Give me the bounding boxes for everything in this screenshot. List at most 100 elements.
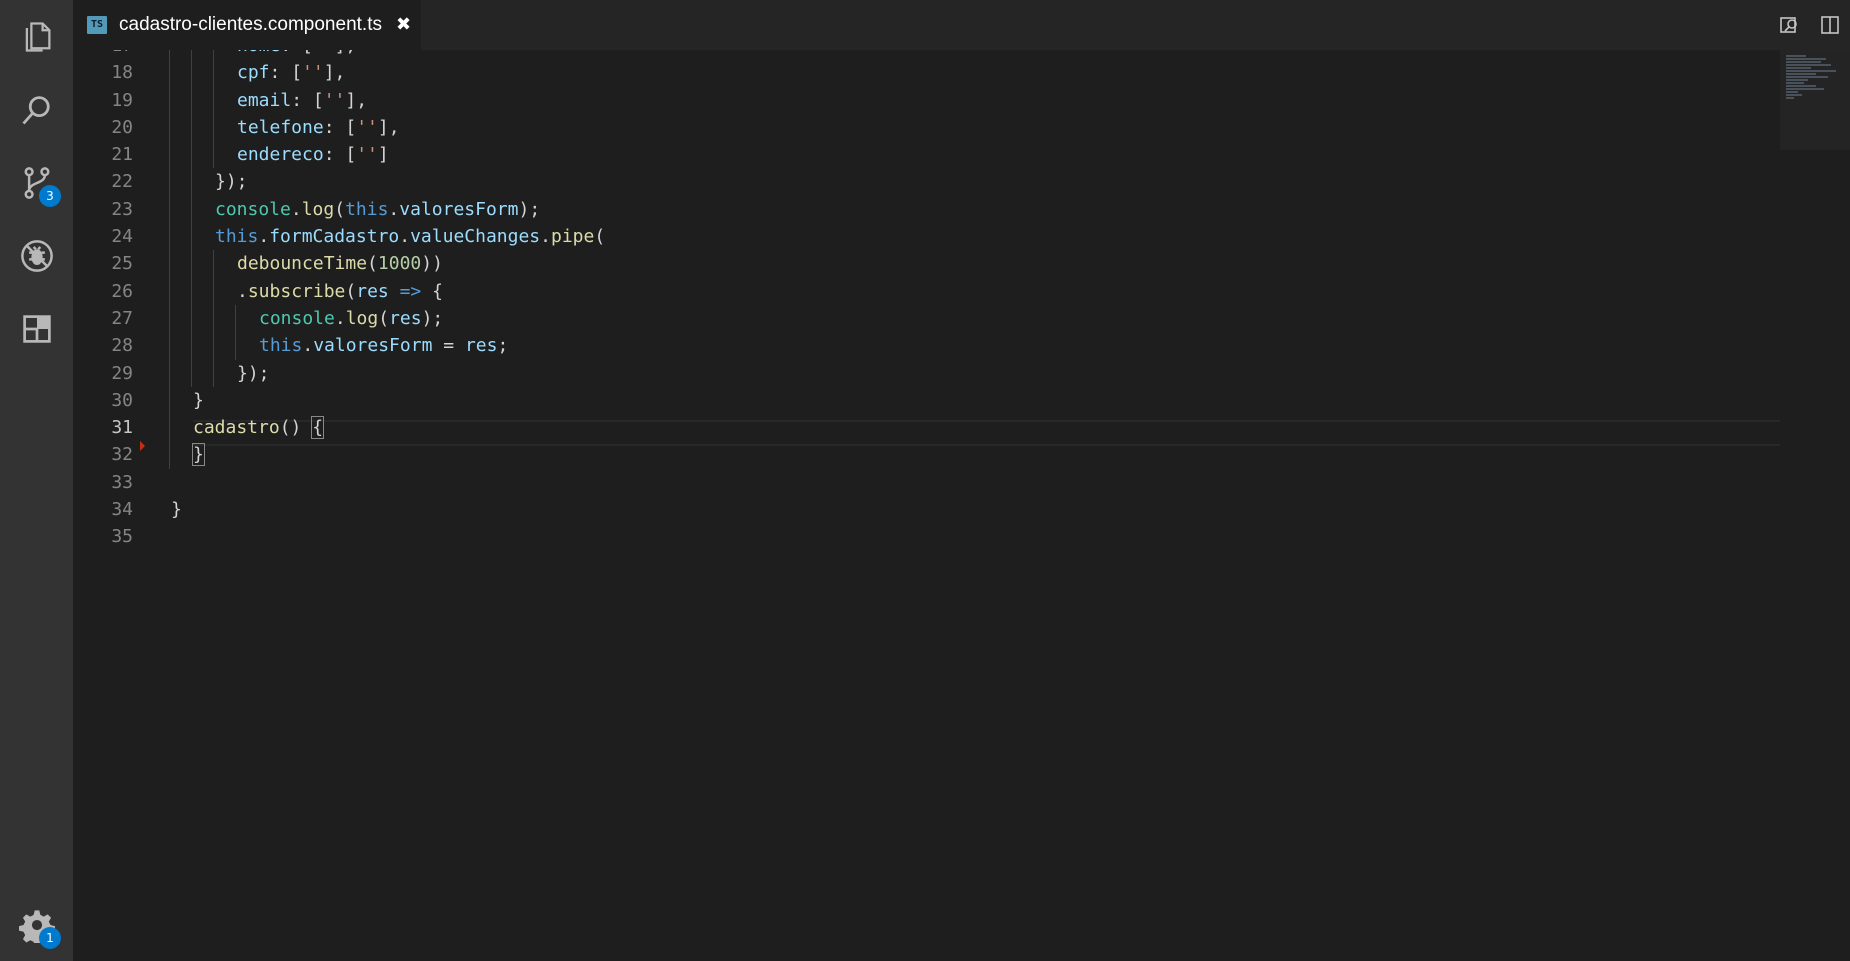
gutter-change-marker <box>140 441 145 452</box>
line-content[interactable]: } <box>192 441 205 468</box>
line-content[interactable]: }); <box>215 168 248 195</box>
line-number: 27 <box>111 307 133 329</box>
indent-guide <box>191 195 192 224</box>
indent-guide <box>169 50 170 60</box>
code-token: pipe <box>550 226 595 248</box>
line-content[interactable]: endereco: [''] <box>237 141 389 168</box>
code-line[interactable]: 35 <box>73 523 1773 550</box>
line-number: 25 <box>111 253 133 275</box>
source-control-button[interactable]: 3 <box>0 146 73 219</box>
line-content[interactable]: cadastro() { <box>193 414 325 441</box>
code-editor[interactable]: 17nome: [''],18cpf: [''],19email: [''],2… <box>73 50 1850 961</box>
line-number: 24 <box>111 226 133 248</box>
typescript-file-icon: TS <box>87 16 107 34</box>
preview-search-icon <box>1780 17 1797 33</box>
code-token: ], <box>377 116 400 138</box>
line-content[interactable]: cpf: [''], <box>237 59 345 86</box>
line-number: 21 <box>111 144 133 166</box>
code-token: . <box>290 198 302 220</box>
code-token: . <box>399 226 411 248</box>
explorer-button[interactable] <box>0 0 73 73</box>
code-line[interactable]: 25 debounceTime(1000)) <box>73 250 1773 278</box>
code-token: . <box>540 226 551 248</box>
code-line[interactable]: 20 telefone: [''], <box>73 113 1773 142</box>
indent-guide <box>191 223 192 251</box>
settings-button[interactable]: 1 <box>0 888 73 961</box>
code-line[interactable]: 33 <box>73 469 1773 496</box>
code-token: res <box>389 307 422 329</box>
vscode-window: 3 1 TS cadastro-clientes.component.ts ✖ … <box>0 0 1850 961</box>
line-content[interactable]: console.log(this.valoresForm); <box>215 196 540 223</box>
files-icon <box>25 21 50 52</box>
code-line[interactable]: 18 cpf: [''], <box>73 59 1773 87</box>
extensions-icon <box>22 314 51 343</box>
line-content[interactable]: } <box>171 496 182 523</box>
code-token: . <box>302 335 314 357</box>
code-line[interactable]: 27 console.log(res); <box>73 304 1773 333</box>
code-token: . <box>258 226 270 248</box>
line-content[interactable]: console.log(res); <box>259 305 443 332</box>
line-content[interactable]: this.valoresForm = res; <box>259 332 508 359</box>
code-token: )) <box>421 253 443 275</box>
code-token: ( <box>367 253 378 275</box>
split-editor-icon <box>1821 16 1839 34</box>
code-line[interactable]: 31 cadastro() { <box>73 414 1773 442</box>
open-preview-button[interactable] <box>1770 0 1810 50</box>
code-line[interactable]: 24 this.formCadastro.valueChanges.pipe( <box>73 223 1773 251</box>
code-token: cpf <box>237 62 270 84</box>
split-editor-button[interactable] <box>1810 0 1850 50</box>
indent-guide <box>213 359 214 387</box>
line-content[interactable]: email: [''], <box>237 87 367 114</box>
indent-guide <box>235 304 236 333</box>
indent-guide <box>213 59 214 87</box>
code-token: '' <box>302 62 324 84</box>
code-line[interactable]: 32} <box>73 441 1773 469</box>
indent-guide <box>169 414 170 442</box>
indent-guide <box>213 141 214 169</box>
code-line[interactable]: 22}); <box>73 168 1773 196</box>
indent-guide <box>235 332 236 360</box>
line-content[interactable]: }); <box>237 360 270 387</box>
line-content[interactable]: debounceTime(1000)) <box>237 250 443 277</box>
code-line[interactable]: 17 nome: [''], <box>73 50 1773 60</box>
code-line[interactable]: 34} <box>73 496 1773 523</box>
code-token: . <box>237 280 248 302</box>
line-content[interactable]: telefone: [''], <box>237 114 400 141</box>
code-line[interactable]: 23 console.log(this.valoresForm); <box>73 195 1773 224</box>
code-line[interactable]: 26 .subscribe(res => { <box>73 277 1773 305</box>
indent-guide <box>191 141 192 169</box>
code-token: ] <box>377 144 389 166</box>
code-token: . <box>334 307 346 329</box>
line-number: 31 <box>111 417 133 439</box>
search-icon <box>21 95 50 124</box>
indent-guide <box>191 59 192 87</box>
code-lines[interactable]: 17nome: [''],18cpf: [''],19email: [''],2… <box>73 50 1773 551</box>
search-button[interactable] <box>0 73 73 146</box>
line-content[interactable]: } <box>193 387 204 414</box>
indent-guide <box>191 113 192 142</box>
code-token: : [ <box>323 144 357 166</box>
code-token: : [ <box>269 62 303 84</box>
code-token: valoresForm <box>313 335 433 357</box>
code-token: res <box>356 280 389 302</box>
code-token: } <box>192 443 205 467</box>
code-token: { <box>311 416 325 440</box>
code-token: 1000 <box>377 253 422 275</box>
line-content[interactable]: nome: [''], <box>237 50 356 59</box>
close-icon[interactable]: ✖ <box>396 16 411 34</box>
extensions-button[interactable] <box>0 292 73 365</box>
line-content[interactable]: this.formCadastro.valueChanges.pipe( <box>215 223 605 250</box>
minimap[interactable] <box>1780 50 1850 150</box>
code-line[interactable]: 30} <box>73 386 1773 415</box>
editor-tab[interactable]: TS cadastro-clientes.component.ts ✖ <box>73 0 421 50</box>
code-line[interactable]: 21 endereco: [''] <box>73 141 1773 169</box>
code-line[interactable]: 19 email: [''], <box>73 86 1773 114</box>
indent-guide <box>169 113 170 142</box>
line-content[interactable]: .subscribe(res => { <box>237 278 443 305</box>
code-line[interactable]: 29}); <box>73 359 1773 387</box>
debug-button[interactable] <box>0 219 73 292</box>
code-line[interactable]: 28 this.valoresForm = res; <box>73 332 1773 360</box>
code-token: nome <box>237 50 280 56</box>
source-control-badge: 3 <box>39 185 61 207</box>
